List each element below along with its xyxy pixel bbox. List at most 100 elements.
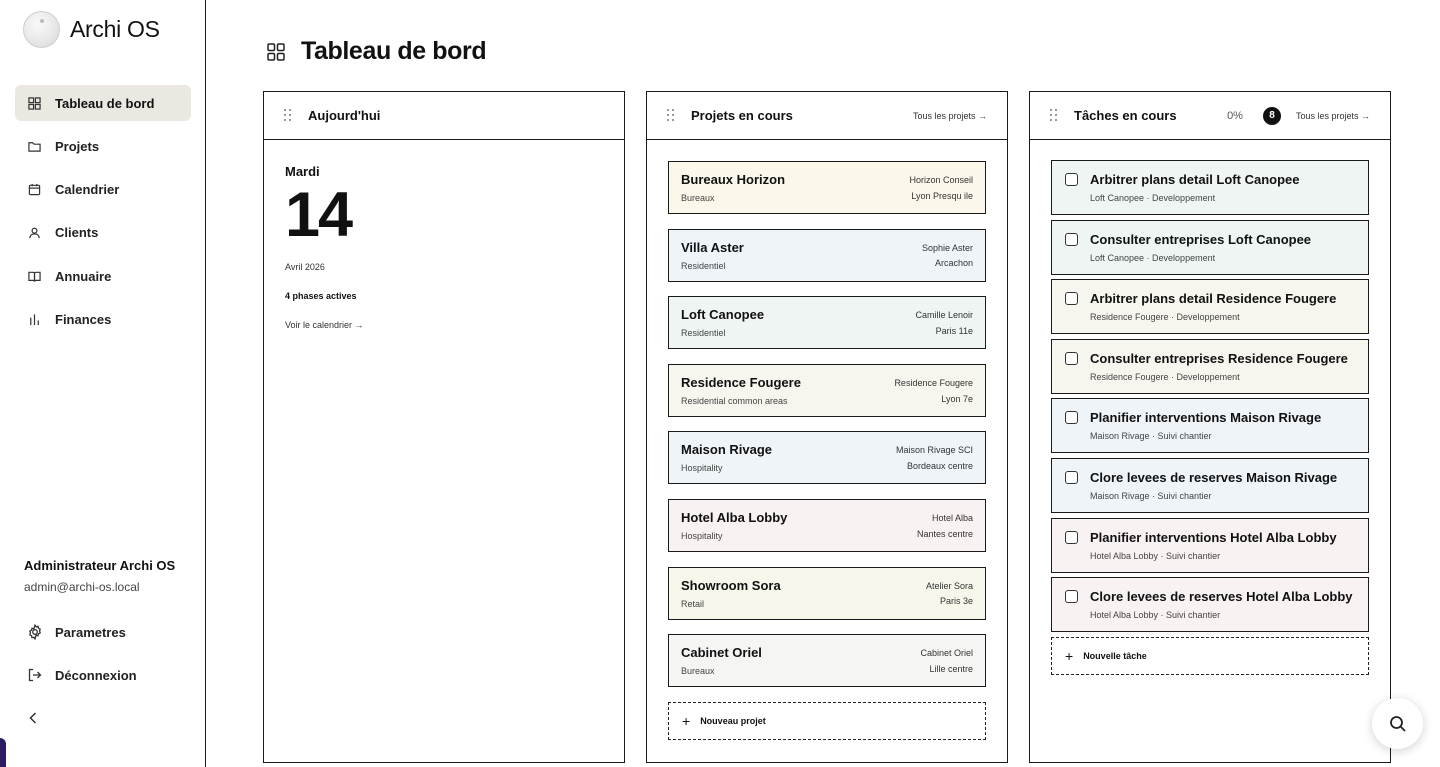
project-location: Paris 3e <box>939 596 973 607</box>
task-checkbox[interactable] <box>1065 530 1078 544</box>
sidebar-item-label: Annuaire <box>55 268 112 284</box>
project-name: Hotel Alba Lobby <box>681 509 788 525</box>
project-name: Showroom Sora <box>681 577 781 593</box>
user-email: admin@archi-os.local <box>24 580 140 594</box>
project-client: Hotel Alba <box>931 512 973 523</box>
panel-title: Projets en cours <box>691 108 793 123</box>
task-card[interactable]: Consulter entreprises Residence Fougere R… <box>1051 338 1369 394</box>
collapse-sidebar-button[interactable] <box>27 711 41 727</box>
project-client: Atelier Sora <box>925 580 973 591</box>
sidebar-item-label: Calendrier <box>55 182 120 198</box>
grid-icon <box>27 96 41 110</box>
project-client: Maison Rivage SCI <box>895 445 973 456</box>
project-meta: Hotel Alba Nantes centre <box>917 510 973 551</box>
page-title: Tableau de bord <box>301 37 487 65</box>
all-projects-link[interactable]: Tous les projets → <box>913 111 987 121</box>
task-card[interactable]: Consulter entreprises Loft Canopee Loft C… <box>1051 219 1369 275</box>
sidebar-item-label: Projets <box>55 138 100 154</box>
project-location: Arcachon <box>934 258 973 269</box>
task-title: Planifier interventions Maison Rivage <box>1090 410 1322 426</box>
task-card[interactable]: Clore levees de reserves Maison Rivage Ma… <box>1051 457 1369 513</box>
task-info: Consulter entreprises Loft Canopee Loft C… <box>1090 232 1311 274</box>
project-card[interactable]: Maison Rivage Hospitality Maison Rivage SC… <box>668 431 986 485</box>
task-meta: Hotel Alba Lobby · Suivi chantier <box>1090 550 1221 561</box>
sidebar-item-tableau-de-bord[interactable]: Tableau de bord <box>15 85 191 121</box>
page-header: Tableau de bord <box>266 37 487 66</box>
task-card[interactable]: Arbitrer plans detail Loft Canopee Loft C… <box>1051 160 1369 215</box>
task-card[interactable]: Planifier interventions Maison Rivage Mai… <box>1051 398 1369 454</box>
brand[interactable]: Archi OS <box>23 11 160 48</box>
task-card[interactable]: Clore levees de reserves Hotel Alba Lobb… <box>1051 577 1369 633</box>
sidebar-item-clients[interactable]: Clients <box>15 215 191 251</box>
bar-chart-icon <box>27 312 41 326</box>
task-checkbox[interactable] <box>1065 470 1078 484</box>
task-info: Arbitrer plans detail Residence Fougere R… <box>1090 291 1336 333</box>
task-list: Arbitrer plans detail Loft Canopee Loft C… <box>1030 140 1390 675</box>
project-client: Camille Lenoir <box>915 310 973 321</box>
calendar-link[interactable]: Voir le calendrier → <box>285 320 603 330</box>
new-task-button[interactable]: + Nouvelle tâche <box>1051 636 1369 675</box>
task-meta: Residence Fougere · Developpement <box>1090 312 1240 323</box>
panel-header: Aujourd'hui <box>264 92 624 140</box>
sidebar-item-label: Finances <box>55 311 112 327</box>
task-title: Planifier interventions Hotel Alba Lobby <box>1090 529 1337 545</box>
drag-handle-icon[interactable] <box>667 108 675 123</box>
project-list: Bureaux Horizon Bureaux Horizon Conseil Lyo… <box>647 140 1007 740</box>
project-meta: Maison Rivage SCI Bordeaux centre <box>896 442 973 483</box>
tasks-count-badge: 8 <box>1262 106 1281 125</box>
project-card[interactable]: Residence Fougere Residential common area… <box>668 363 986 417</box>
project-card[interactable]: Showroom Sora Retail Atelier Sora Paris 3e <box>668 566 986 620</box>
task-checkbox[interactable] <box>1065 292 1078 306</box>
project-type: Bureaux <box>681 193 715 203</box>
logout-button[interactable]: Déconnexion <box>27 667 137 683</box>
project-type: Residential common areas <box>681 395 788 406</box>
drag-handle-icon[interactable] <box>1050 108 1058 123</box>
project-card[interactable]: Bureaux Horizon Bureaux Horizon Conseil Lyo… <box>668 161 986 214</box>
search-icon <box>1389 715 1406 732</box>
panel-header: Tâches en cours 0% 8 Tous les projets → <box>1030 92 1390 140</box>
corner-accent <box>0 738 6 767</box>
brand-name: Archi OS <box>70 16 160 42</box>
task-title: Consulter entreprises Loft Canopee <box>1090 231 1312 247</box>
sidebar-item-projets[interactable]: Projets <box>15 128 191 164</box>
panel-header: Projets en cours Tous les projets → <box>647 92 1007 140</box>
new-task-label: Nouvelle tâche <box>1083 650 1147 661</box>
task-checkbox[interactable] <box>1065 590 1078 604</box>
project-info: Maison Rivage Hospitality <box>681 442 772 483</box>
search-button[interactable] <box>1372 698 1423 749</box>
drag-handle-icon[interactable] <box>284 108 292 123</box>
project-card[interactable]: Hotel Alba Lobby Hospitality Hotel Alba Nan… <box>668 498 986 552</box>
project-meta: Cabinet Oriel Lille centre <box>920 645 973 686</box>
sidebar-item-annuaire[interactable]: Annuaire <box>15 258 191 294</box>
project-card[interactable]: Cabinet Oriel Bureaux Cabinet Oriel Lille c… <box>668 634 986 688</box>
task-meta: Residence Fougere · Developpement <box>1090 371 1240 382</box>
project-name: Villa Aster <box>681 239 744 255</box>
task-checkbox[interactable] <box>1065 232 1078 246</box>
project-card[interactable]: Loft Canopee Residentiel Camille Lenoir Par… <box>668 296 986 350</box>
project-location: Paris 11e <box>935 325 973 336</box>
active-phases: 4 phases actives <box>285 291 357 301</box>
task-checkbox[interactable] <box>1065 173 1078 186</box>
sidebar-item-calendrier[interactable]: Calendrier <box>15 172 191 208</box>
task-info: Arbitrer plans detail Loft Canopee Loft C… <box>1090 172 1299 214</box>
task-card[interactable]: Arbitrer plans detail Residence Fougere R… <box>1051 279 1369 335</box>
task-meta: Maison Rivage · Suivi chantier <box>1090 490 1212 501</box>
new-project-button[interactable]: + Nouveau projet <box>668 701 986 740</box>
task-info: Planifier interventions Hotel Alba Lobby… <box>1090 530 1337 572</box>
projects-panel: Projets en cours Tous les projets → Bure… <box>646 91 1008 763</box>
task-title: Clore levees de reserves Maison Rivage <box>1090 469 1338 485</box>
project-type: Hospitality <box>681 463 723 474</box>
app-root: Archi OS Tableau de bord Projets Calendr… <box>0 0 1440 767</box>
task-card[interactable]: Planifier interventions Hotel Alba Lobby… <box>1051 517 1369 573</box>
project-meta: Horizon Conseil Lyon Presqu ile <box>909 172 973 213</box>
task-checkbox[interactable] <box>1065 351 1078 365</box>
task-checkbox[interactable] <box>1065 411 1078 425</box>
tasks-panel: Tâches en cours 0% 8 Tous les projets → … <box>1029 91 1391 763</box>
settings-button[interactable]: Parametres <box>27 624 126 640</box>
calendar-icon <box>27 183 41 197</box>
project-client: Horizon Conseil <box>909 175 973 185</box>
project-card[interactable]: Villa Aster Residentiel Sophie Aster Arcach… <box>668 228 986 282</box>
sidebar-item-finances[interactable]: Finances <box>15 301 191 337</box>
user-name: Administrateur Archi OS <box>24 558 176 573</box>
all-projects-link[interactable]: Tous les projets → <box>1296 111 1370 121</box>
